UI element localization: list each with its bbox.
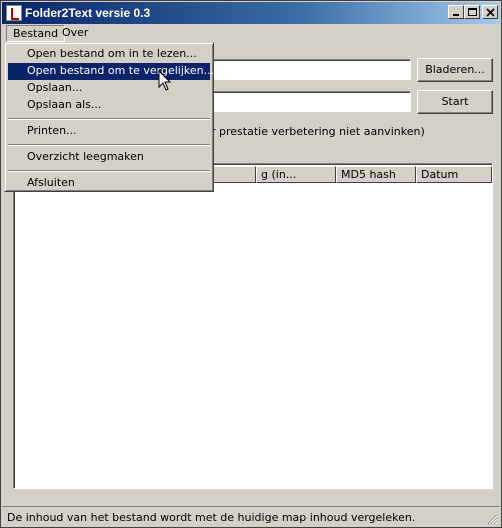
title-bar[interactable]: Folder2Text versie 0.3: [2, 2, 500, 24]
status-text: De inhoud van het bestand wordt met de h…: [7, 511, 416, 524]
close-button[interactable]: [482, 5, 498, 19]
folder-path-input[interactable]: [201, 59, 411, 80]
main-window: Folder2Text versie 0.3 Bestand Over Blad…: [0, 0, 502, 528]
browse-button[interactable]: Bladeren...: [417, 58, 493, 82]
output-file-input[interactable]: [201, 91, 411, 112]
file-list[interactable]: g (in... MD5 hash Datum: [13, 163, 493, 489]
menu-over[interactable]: Over: [56, 25, 94, 42]
menu-separator: [8, 144, 210, 146]
bestand-dropdown-menu: Open bestand om in te lezen... Open best…: [4, 42, 214, 192]
performance-checkbox-label[interactable]: r prestatie verbetering niet aanvinken): [211, 125, 425, 138]
mouse-cursor-icon: [158, 70, 172, 91]
column-header-size[interactable]: g (in...: [256, 166, 336, 183]
app-icon[interactable]: [6, 5, 22, 21]
column-header-date[interactable]: Datum: [416, 166, 492, 183]
close-icon: [486, 8, 495, 17]
status-bar: De inhoud van het bestand wordt met de h…: [2, 506, 500, 527]
minimize-icon: [453, 14, 459, 16]
menu-item-open-compare[interactable]: Open bestand om te vergelijken...: [8, 63, 214, 80]
menu-item-save-as[interactable]: Opslaan als...: [8, 97, 210, 114]
menu-item-save[interactable]: Opslaan...: [8, 80, 210, 97]
menu-separator: [8, 170, 210, 172]
menu-item-open-read[interactable]: Open bestand om in te lezen...: [8, 46, 210, 63]
window-title: Folder2Text versie 0.3: [25, 6, 151, 20]
start-button[interactable]: Start: [417, 90, 493, 114]
resize-grip-icon[interactable]: [486, 513, 498, 525]
menu-bar: Bestand Over: [2, 24, 500, 43]
column-header-md5[interactable]: MD5 hash: [336, 166, 416, 183]
menu-item-print[interactable]: Printen...: [8, 123, 210, 140]
menu-item-clear[interactable]: Overzicht leegmaken: [8, 149, 210, 166]
menu-separator: [8, 118, 210, 120]
maximize-button[interactable]: [464, 5, 480, 19]
minimize-button[interactable]: [448, 5, 464, 19]
menu-item-exit[interactable]: Afsluiten: [8, 175, 210, 192]
maximize-icon: [468, 8, 477, 16]
